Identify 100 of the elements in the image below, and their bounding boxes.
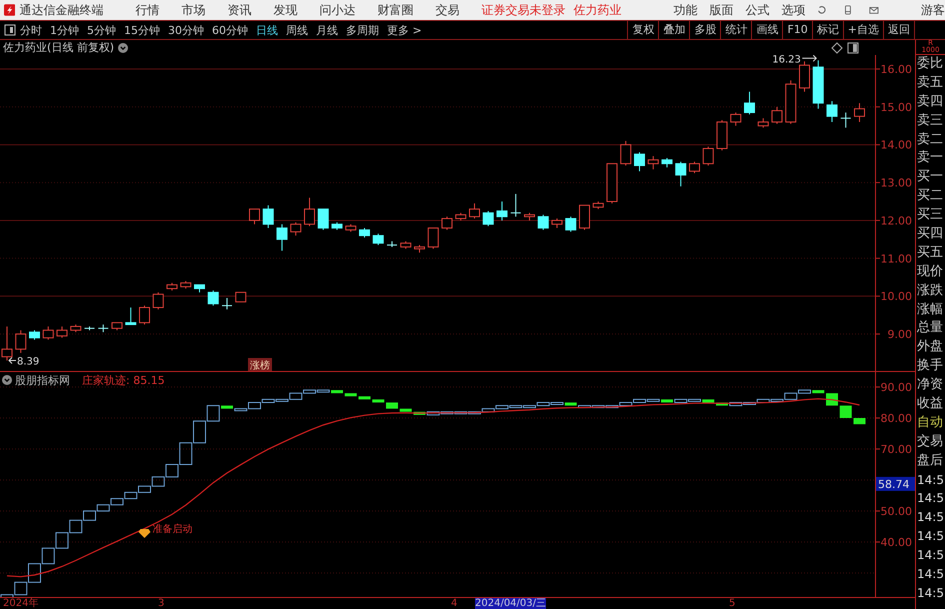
candle bbox=[854, 102, 865, 122]
quote-label: 盘后 bbox=[916, 452, 944, 470]
quote-label: 买二 bbox=[916, 187, 944, 206]
period-tab[interactable]: 1分钟 bbox=[50, 22, 79, 38]
chevron-down-icon[interactable] bbox=[2, 375, 12, 385]
candle bbox=[222, 298, 232, 310]
candle bbox=[386, 240, 398, 248]
candle bbox=[152, 292, 164, 310]
candle bbox=[552, 218, 562, 228]
menu-item[interactable]: 问小达 bbox=[319, 2, 356, 18]
candle bbox=[812, 60, 824, 110]
period-tab[interactable]: 60分钟 bbox=[212, 22, 248, 38]
axis-label: 50.00 bbox=[880, 505, 912, 518]
menu-item[interactable]: 选项 bbox=[781, 2, 806, 18]
menu-item[interactable]: 交易 bbox=[435, 2, 460, 18]
period-tab[interactable]: 多周期 bbox=[346, 22, 379, 38]
candle bbox=[359, 228, 370, 238]
candle bbox=[262, 204, 274, 228]
candle bbox=[716, 120, 728, 151]
candle bbox=[579, 204, 590, 230]
refresh-icon[interactable] bbox=[817, 4, 828, 16]
axis-label: 14.00 bbox=[880, 138, 912, 152]
quote-label: 买一 bbox=[916, 168, 944, 186]
candle bbox=[194, 284, 205, 293]
indicator-bar bbox=[69, 520, 82, 534]
candle bbox=[139, 305, 150, 326]
axis-label: 10.00 bbox=[880, 290, 912, 304]
candle bbox=[648, 156, 659, 170]
candle bbox=[208, 290, 219, 306]
candle bbox=[249, 208, 260, 225]
period-tab[interactable]: 分时 bbox=[20, 22, 42, 38]
diamond-icon[interactable] bbox=[831, 42, 843, 54]
period-tab[interactable]: 30分钟 bbox=[168, 22, 204, 38]
menu-item[interactable]: 公式 bbox=[745, 2, 770, 18]
sidebar-toggle-icon[interactable] bbox=[4, 24, 16, 36]
toolbar-button[interactable]: 统计 bbox=[720, 21, 752, 39]
candle bbox=[318, 208, 329, 230]
period-tab[interactable]: 日线 bbox=[256, 22, 278, 38]
indicator-bar bbox=[358, 396, 370, 400]
date-label: 2024年 bbox=[3, 598, 38, 609]
period-tab[interactable]: 15分钟 bbox=[124, 22, 160, 38]
login-status[interactable]: 证券交易未登录 bbox=[481, 2, 566, 18]
panel-icon[interactable] bbox=[847, 42, 859, 54]
user-name[interactable]: 游客 bbox=[921, 2, 945, 18]
candle bbox=[744, 91, 755, 115]
axis-label: 9.00 bbox=[888, 328, 912, 342]
menu-item[interactable]: 资讯 bbox=[227, 2, 252, 18]
quote-label: 卖四 bbox=[916, 92, 944, 111]
menu-item[interactable]: 发现 bbox=[273, 2, 298, 18]
chevron-down-icon[interactable] bbox=[118, 42, 128, 52]
axis-label: 40.00 bbox=[880, 536, 912, 549]
candle bbox=[538, 214, 549, 230]
candle bbox=[496, 201, 508, 221]
quote-label: 卖三 bbox=[916, 112, 944, 130]
period-tab[interactable]: 更多 > bbox=[387, 22, 422, 38]
candle bbox=[84, 326, 95, 331]
candle bbox=[620, 140, 632, 166]
candle bbox=[98, 324, 109, 333]
toolbar-button[interactable]: 多股 bbox=[689, 21, 720, 39]
axis-label: 13.00 bbox=[880, 176, 912, 190]
candle bbox=[15, 330, 26, 354]
toolbar-button[interactable]: 标记 bbox=[812, 21, 843, 39]
toolbar-button[interactable]: F10 bbox=[782, 21, 812, 39]
cursor-value-label: 58.74 bbox=[876, 476, 915, 491]
indicator-bar bbox=[386, 402, 398, 409]
chart-title: 佐力药业(日线 前复权) bbox=[3, 40, 114, 55]
quote-label: 净资 bbox=[916, 376, 944, 394]
menu-item[interactable]: 财富圈 bbox=[377, 2, 414, 18]
candle bbox=[592, 201, 604, 210]
toolbar-button[interactable]: 复权 bbox=[627, 21, 658, 39]
period-tab[interactable]: 月线 bbox=[316, 22, 338, 38]
menu-item[interactable]: 功能 bbox=[673, 2, 698, 18]
indicator-bar bbox=[56, 532, 68, 549]
date-label: 4 bbox=[451, 598, 458, 609]
candle bbox=[702, 146, 714, 166]
candle bbox=[730, 112, 742, 126]
indicator-bar bbox=[193, 420, 206, 444]
candle bbox=[166, 282, 178, 291]
period-tab[interactable]: 5分钟 bbox=[87, 22, 116, 38]
toolbar-button[interactable]: 画线 bbox=[751, 21, 782, 39]
candle bbox=[235, 292, 246, 302]
candle bbox=[345, 224, 356, 232]
mail-icon[interactable] bbox=[869, 4, 880, 16]
candle bbox=[70, 324, 82, 333]
candle bbox=[510, 193, 522, 218]
menu-item[interactable]: 市场 bbox=[181, 2, 206, 18]
candle bbox=[2, 326, 12, 362]
menu-item[interactable]: 行情 bbox=[135, 2, 160, 18]
candle bbox=[689, 161, 700, 174]
toolbar-button[interactable]: 返回 bbox=[883, 21, 914, 39]
candle bbox=[675, 161, 686, 187]
menu-item[interactable]: 版面 bbox=[709, 2, 734, 18]
quote-label: 外盘 bbox=[916, 338, 944, 356]
date-label: 3 bbox=[158, 598, 164, 609]
candle bbox=[826, 100, 838, 122]
phone-icon[interactable] bbox=[843, 4, 854, 16]
toolbar-button[interactable]: 叠加 bbox=[658, 21, 690, 39]
period-tab[interactable]: 周线 bbox=[286, 22, 308, 38]
toolbar-button[interactable]: +自选 bbox=[842, 21, 883, 39]
candle bbox=[772, 106, 782, 124]
